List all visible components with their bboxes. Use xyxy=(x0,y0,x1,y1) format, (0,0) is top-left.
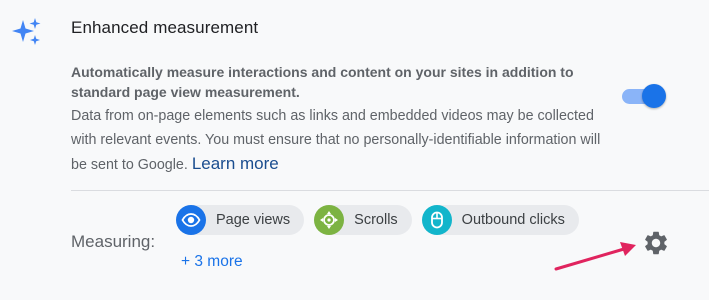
chip-outbound-clicks[interactable]: Outbound clicks xyxy=(421,205,579,235)
chip-scrolls[interactable]: Scrolls xyxy=(314,205,412,235)
crosshair-icon xyxy=(314,205,345,235)
measuring-chips: Page views Scrolls Outbound clicks xyxy=(176,205,579,235)
section-description-text: Data from on-page elements such as links… xyxy=(71,108,601,173)
enhanced-measurement-toggle[interactable] xyxy=(622,84,666,108)
toggle-knob xyxy=(642,84,666,108)
divider xyxy=(71,190,709,191)
section-description-bold: Automatically measure interactions and c… xyxy=(71,64,574,100)
chip-page-views[interactable]: Page views xyxy=(176,205,305,235)
enhanced-measurement-panel: Enhanced measurement Automatically measu… xyxy=(0,0,709,300)
learn-more-link[interactable]: Learn more xyxy=(192,154,279,173)
chip-label: Page views xyxy=(216,212,291,228)
section-title: Enhanced measurement xyxy=(71,18,259,37)
eye-icon xyxy=(176,205,206,235)
section-description: Data from on-page elements such as links… xyxy=(71,104,616,177)
sparkle-icon xyxy=(12,18,41,45)
chip-label: Scrolls xyxy=(354,212,398,228)
gear-icon[interactable] xyxy=(642,229,670,257)
show-more-link[interactable]: + 3 more xyxy=(181,253,243,271)
mouse-icon xyxy=(421,205,452,235)
measuring-label: Measuring: xyxy=(71,232,156,251)
annotation-arrow-icon xyxy=(554,242,636,271)
chip-label: Outbound clicks xyxy=(461,212,565,228)
